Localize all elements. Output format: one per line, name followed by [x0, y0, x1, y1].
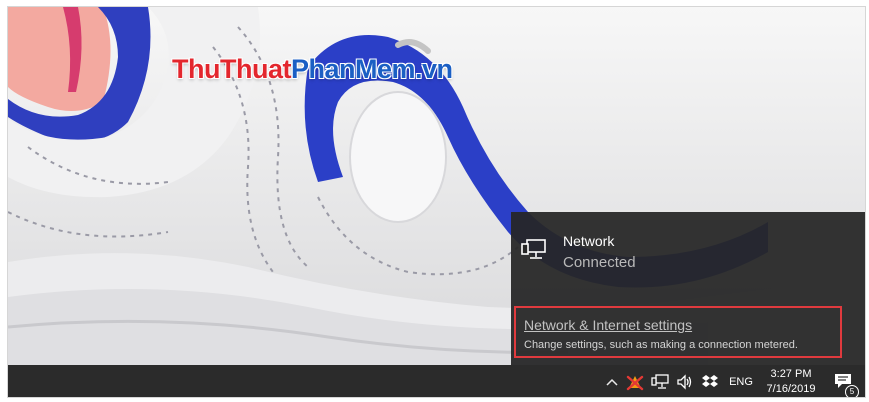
network-icon[interactable]	[648, 365, 672, 397]
network-name: Network	[563, 233, 615, 249]
action-center-icon[interactable]: 5	[830, 365, 860, 397]
clock-date: 7/16/2019	[766, 383, 816, 395]
watermark-text-domain: .vn	[415, 54, 453, 84]
settings-description: Change settings, such as making a connec…	[524, 339, 798, 351]
settings-highlight-box: Network & Internet settings Change setti…	[514, 306, 842, 358]
language-indicator[interactable]: ENG	[724, 365, 758, 397]
dropbox-icon[interactable]	[698, 365, 722, 397]
watermark-logo: ThuThuatPhanMem.vn	[172, 54, 453, 85]
app-tray-icon[interactable]	[624, 365, 646, 397]
desktop-screen: ThuThuatPhanMem.vn Network Connected Net…	[7, 6, 866, 398]
watermark-text-red: ThuThuat	[172, 54, 291, 84]
network-entry[interactable]: Network Connected	[521, 228, 851, 278]
watermark-text-blue: PhanMem	[290, 54, 416, 84]
wired-network-icon	[521, 239, 546, 259]
chevron-up-icon[interactable]	[602, 365, 622, 397]
volume-icon[interactable]	[674, 365, 696, 397]
network-status: Connected	[563, 254, 636, 271]
clock[interactable]: 3:27 PM 7/16/2019	[760, 365, 822, 397]
clock-time: 3:27 PM	[770, 368, 812, 380]
network-flyout: Network Connected Network & Internet set…	[511, 212, 865, 365]
network-internet-settings-link[interactable]: Network & Internet settings	[524, 317, 692, 333]
taskbar: ENG 3:27 PM 7/16/2019 5	[8, 365, 865, 397]
notification-count-badge: 5	[845, 385, 859, 397]
